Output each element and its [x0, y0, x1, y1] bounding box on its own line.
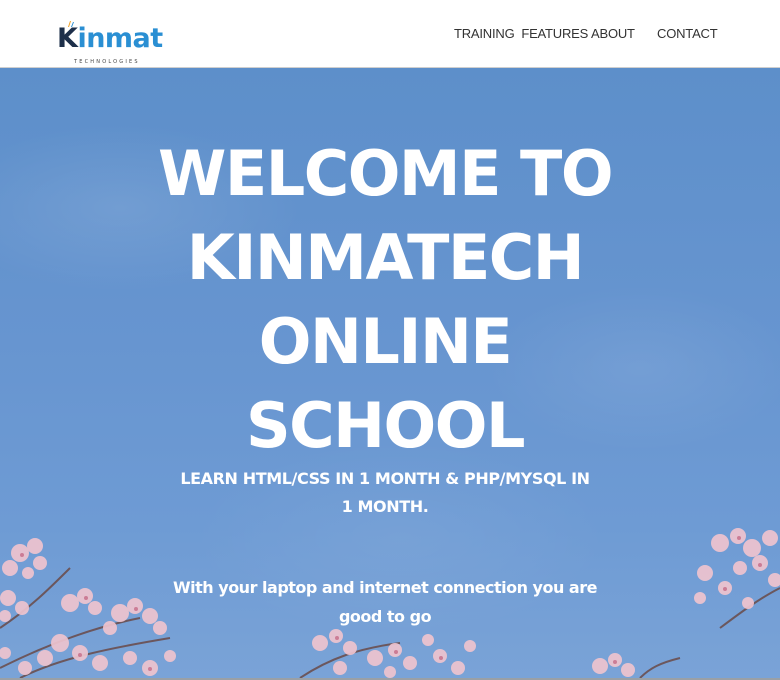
logo-wordmark-rest: inmat [77, 23, 163, 54]
hero-title-line: ONLINE [258, 305, 513, 378]
site-header: Kinmat TECHNOLOGIES TRAINING FEATURES AB… [0, 0, 780, 68]
logo-wordmark: Kinmat [57, 22, 163, 56]
nav-link-training-features[interactable]: TRAINING FEATURES [454, 25, 588, 43]
hero-title-line: SCHOOL [246, 389, 525, 462]
hero-description: With your laptop and internet connection… [173, 578, 597, 626]
hero-title-line: WELCOME TO [157, 137, 614, 210]
hero-banner: WELCOME TO KINMATECH ONLINE SCHOOL LEARN… [0, 68, 780, 678]
hero-title-line: KINMATECH [186, 221, 585, 294]
nav-link-about[interactable]: ABOUT [591, 25, 635, 43]
hero-subtitle: LEARN HTML/CSS IN 1 MONTH & PHP/MYSQL IN… [180, 469, 590, 516]
hero-title: WELCOME TO KINMATECH ONLINE SCHOOL [150, 132, 620, 468]
kinmat-logo[interactable]: Kinmat TECHNOLOGIES [57, 21, 167, 68]
logo-initial: K [57, 23, 78, 54]
logo-tagline: TECHNOLOGIES [74, 59, 140, 65]
nav-link-contact[interactable]: CONTACT [657, 25, 718, 43]
